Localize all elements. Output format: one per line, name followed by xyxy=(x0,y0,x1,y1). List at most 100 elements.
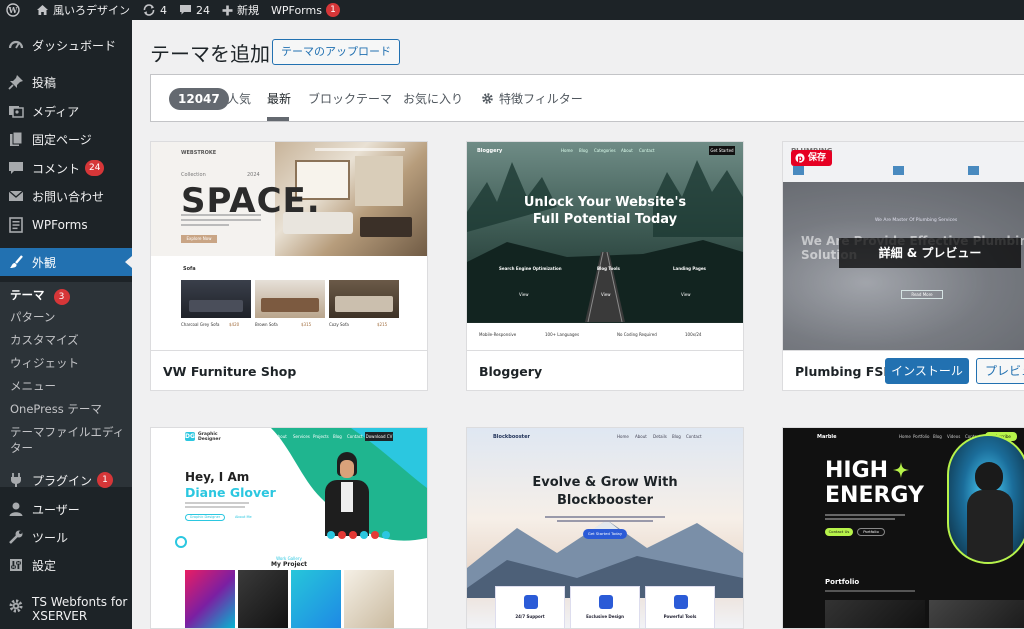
submenu-label-themes: テーマ xyxy=(10,288,45,302)
theme-card-blockbooster[interactable]: Blockbooster Home About Details Blog Con… xyxy=(466,427,744,629)
shot-headline-line1: Evolve & Grow With xyxy=(532,475,678,490)
envelope-icon xyxy=(7,187,25,205)
wpforms-link[interactable]: WPForms 1 xyxy=(265,0,346,20)
submenu-item-themes[interactable]: テーマ 3 xyxy=(10,287,70,305)
shot-nav-details: Details xyxy=(653,434,667,439)
sidebar-item-comments[interactable]: コメント 24 xyxy=(0,154,132,182)
shot-cta-button: Get Started Today xyxy=(583,529,627,539)
sidebar-label-ts-webfonts: TS Webfonts for XSERVER xyxy=(32,595,127,623)
sidebar-label-tools: ツール xyxy=(32,530,69,545)
shot-secondary-button: Portfolio xyxy=(857,528,885,536)
gear-icon xyxy=(7,597,25,615)
project-tile-4 xyxy=(344,570,394,628)
sidebar-label-appearance: 外観 xyxy=(32,255,57,270)
shot-nav-contact: Contact xyxy=(347,434,363,439)
admin-bar: W 風いろデザイン 4 24 新規 WPForms 1 xyxy=(0,0,1024,20)
updates-link[interactable]: 4 xyxy=(136,0,173,20)
sidebar-item-tools[interactable]: ツール xyxy=(0,523,132,551)
sidebar-item-ts-webfonts[interactable]: TS Webfonts for XSERVER xyxy=(0,595,132,629)
shot-nav-projects: Projects xyxy=(313,434,329,439)
sidebar-label-dashboard: ダッシュボード xyxy=(32,38,117,53)
sidebar-item-appearance[interactable]: 外観 xyxy=(0,248,132,276)
shot-text-line-2 xyxy=(825,518,895,520)
wrench-icon xyxy=(7,528,25,546)
tab-popular[interactable]: 人気 xyxy=(227,90,251,107)
sidebar-item-dashboard[interactable]: ダッシュボード xyxy=(0,31,132,59)
sidebar-item-posts[interactable]: 投稿 xyxy=(0,68,132,96)
shot-logo: Graphic Designer xyxy=(198,432,221,442)
preview-button[interactable]: プレビュー xyxy=(976,358,1024,384)
shot-nav-portfolio: Portfolio xyxy=(913,434,930,439)
sidebar-item-media[interactable]: メディア xyxy=(0,97,132,125)
ts-webfonts-line1: TS Webfonts for xyxy=(32,595,128,609)
shot-nav-about: About xyxy=(635,434,647,439)
submenu-item-widgets[interactable]: ウィジェット xyxy=(10,355,79,371)
product-image-2 xyxy=(255,280,325,318)
feature-label-3: Powerful Tools xyxy=(663,614,697,619)
theme-name: VW Furniture Shop xyxy=(163,364,297,379)
new-content-link[interactable]: 新規 xyxy=(216,0,265,20)
pinterest-save-button[interactable]: p 保存 xyxy=(791,150,833,166)
sidebar-item-contact[interactable]: お問い合わせ xyxy=(0,182,132,210)
current-menu-arrow xyxy=(125,256,132,268)
shot-col-2: Blog Tools xyxy=(597,266,620,271)
comments-count: 24 xyxy=(196,3,210,17)
feature-label-1: 24/7 Support xyxy=(515,614,545,619)
shot-view-2: View xyxy=(601,292,611,297)
shot-nav-categories: Categories xyxy=(594,148,616,153)
page-icon xyxy=(7,130,25,148)
shot-text-line-2 xyxy=(557,520,653,522)
pin-icon xyxy=(7,73,25,91)
wp-logo-icon[interactable]: W xyxy=(0,0,30,20)
plus-icon xyxy=(222,5,233,15)
shot-year: 2024 xyxy=(247,172,260,178)
details-preview-overlay[interactable]: 詳細 & プレビュー xyxy=(839,238,1021,268)
wpforms-badge: 1 xyxy=(325,3,340,17)
project-tile-2 xyxy=(238,570,288,628)
theme-card-marble[interactable]: Marble Home Portfolio Blog Videos Contac… xyxy=(782,427,1024,629)
theme-card-bloggery[interactable]: Bloggery Home Blog Categories About Cont… xyxy=(466,141,744,391)
file-editor-label-line2: ター xyxy=(10,441,33,455)
sidebar-item-pages[interactable]: 固定ページ xyxy=(0,125,132,153)
site-name-link[interactable]: 風いろデザイン xyxy=(30,0,136,20)
feature-box-1: 24/7 Support xyxy=(495,586,565,628)
upload-theme-button[interactable]: テーマのアップロード xyxy=(272,39,400,65)
shot-col-1: Search Engine Optimization xyxy=(499,266,562,271)
submenu-item-onepress[interactable]: OnePress テーマ xyxy=(10,401,102,417)
tab-favorites[interactable]: お気に入り xyxy=(403,90,463,107)
theme-card-graphic-designer[interactable]: DG Graphic Designer Home About Services … xyxy=(150,427,428,629)
product-name-1: Charcoal Grey Sofa xyxy=(181,322,220,327)
theme-card-vw-furniture-shop[interactable]: WEBSTROKE Collection 2024 SPACE. Explore… xyxy=(150,141,428,391)
feature-label-2: Exclusive Design xyxy=(586,614,624,619)
feature-filter-button[interactable]: 特徴フィルター xyxy=(481,90,583,107)
theme-card-plumbing-fse[interactable]: PLUMBING We Are Master Of Plumbing Servi… xyxy=(782,141,1024,391)
tab-latest[interactable]: 最新 xyxy=(267,90,291,107)
install-button[interactable]: インストール xyxy=(885,358,969,384)
shot-brand: WEBSTROKE xyxy=(181,150,217,156)
shot-collection: Collection xyxy=(181,172,206,178)
product-price-1: $420 xyxy=(229,322,240,327)
submenu-item-customize[interactable]: カスタマイズ xyxy=(10,332,79,348)
submenu-item-patterns[interactable]: パターン xyxy=(10,309,55,325)
shot-headline-line1: HIGH xyxy=(825,458,889,483)
theme-card-footer: Bloggery xyxy=(467,350,743,390)
submenu-item-menus[interactable]: メニュー xyxy=(10,378,56,394)
comments-link[interactable]: 24 xyxy=(173,0,216,20)
shot-feature-strip: Mobile-Responsive 100+ Languages No Codi… xyxy=(467,323,743,350)
shot-logo: Blockbooster xyxy=(493,434,530,440)
shot-greeting: Hey, I Am xyxy=(185,470,250,484)
sidebar-label-pages: 固定ページ xyxy=(32,132,92,147)
tab-block-themes[interactable]: ブロックテーマ xyxy=(308,90,392,107)
page-title: テーマを追加 xyxy=(150,42,270,66)
sidebar-label-media: メディア xyxy=(32,104,80,119)
sidebar-item-wpforms[interactable]: WPForms xyxy=(0,211,132,239)
submenu-item-file-editor[interactable]: テーマファイルエディ ター xyxy=(10,424,124,456)
sidebar-item-settings[interactable]: 設定 xyxy=(0,551,132,579)
sparkle-icon xyxy=(893,462,909,478)
sidebar-item-plugins[interactable]: プラグイン 1 xyxy=(0,466,132,494)
product-price-3: $215 xyxy=(377,322,388,327)
shot-primary-button: Contact Us xyxy=(825,528,853,536)
sidebar-item-users[interactable]: ユーザー xyxy=(0,495,132,523)
product-name-2: Brown Sofa xyxy=(255,322,278,327)
shot-text-line xyxy=(545,516,665,518)
